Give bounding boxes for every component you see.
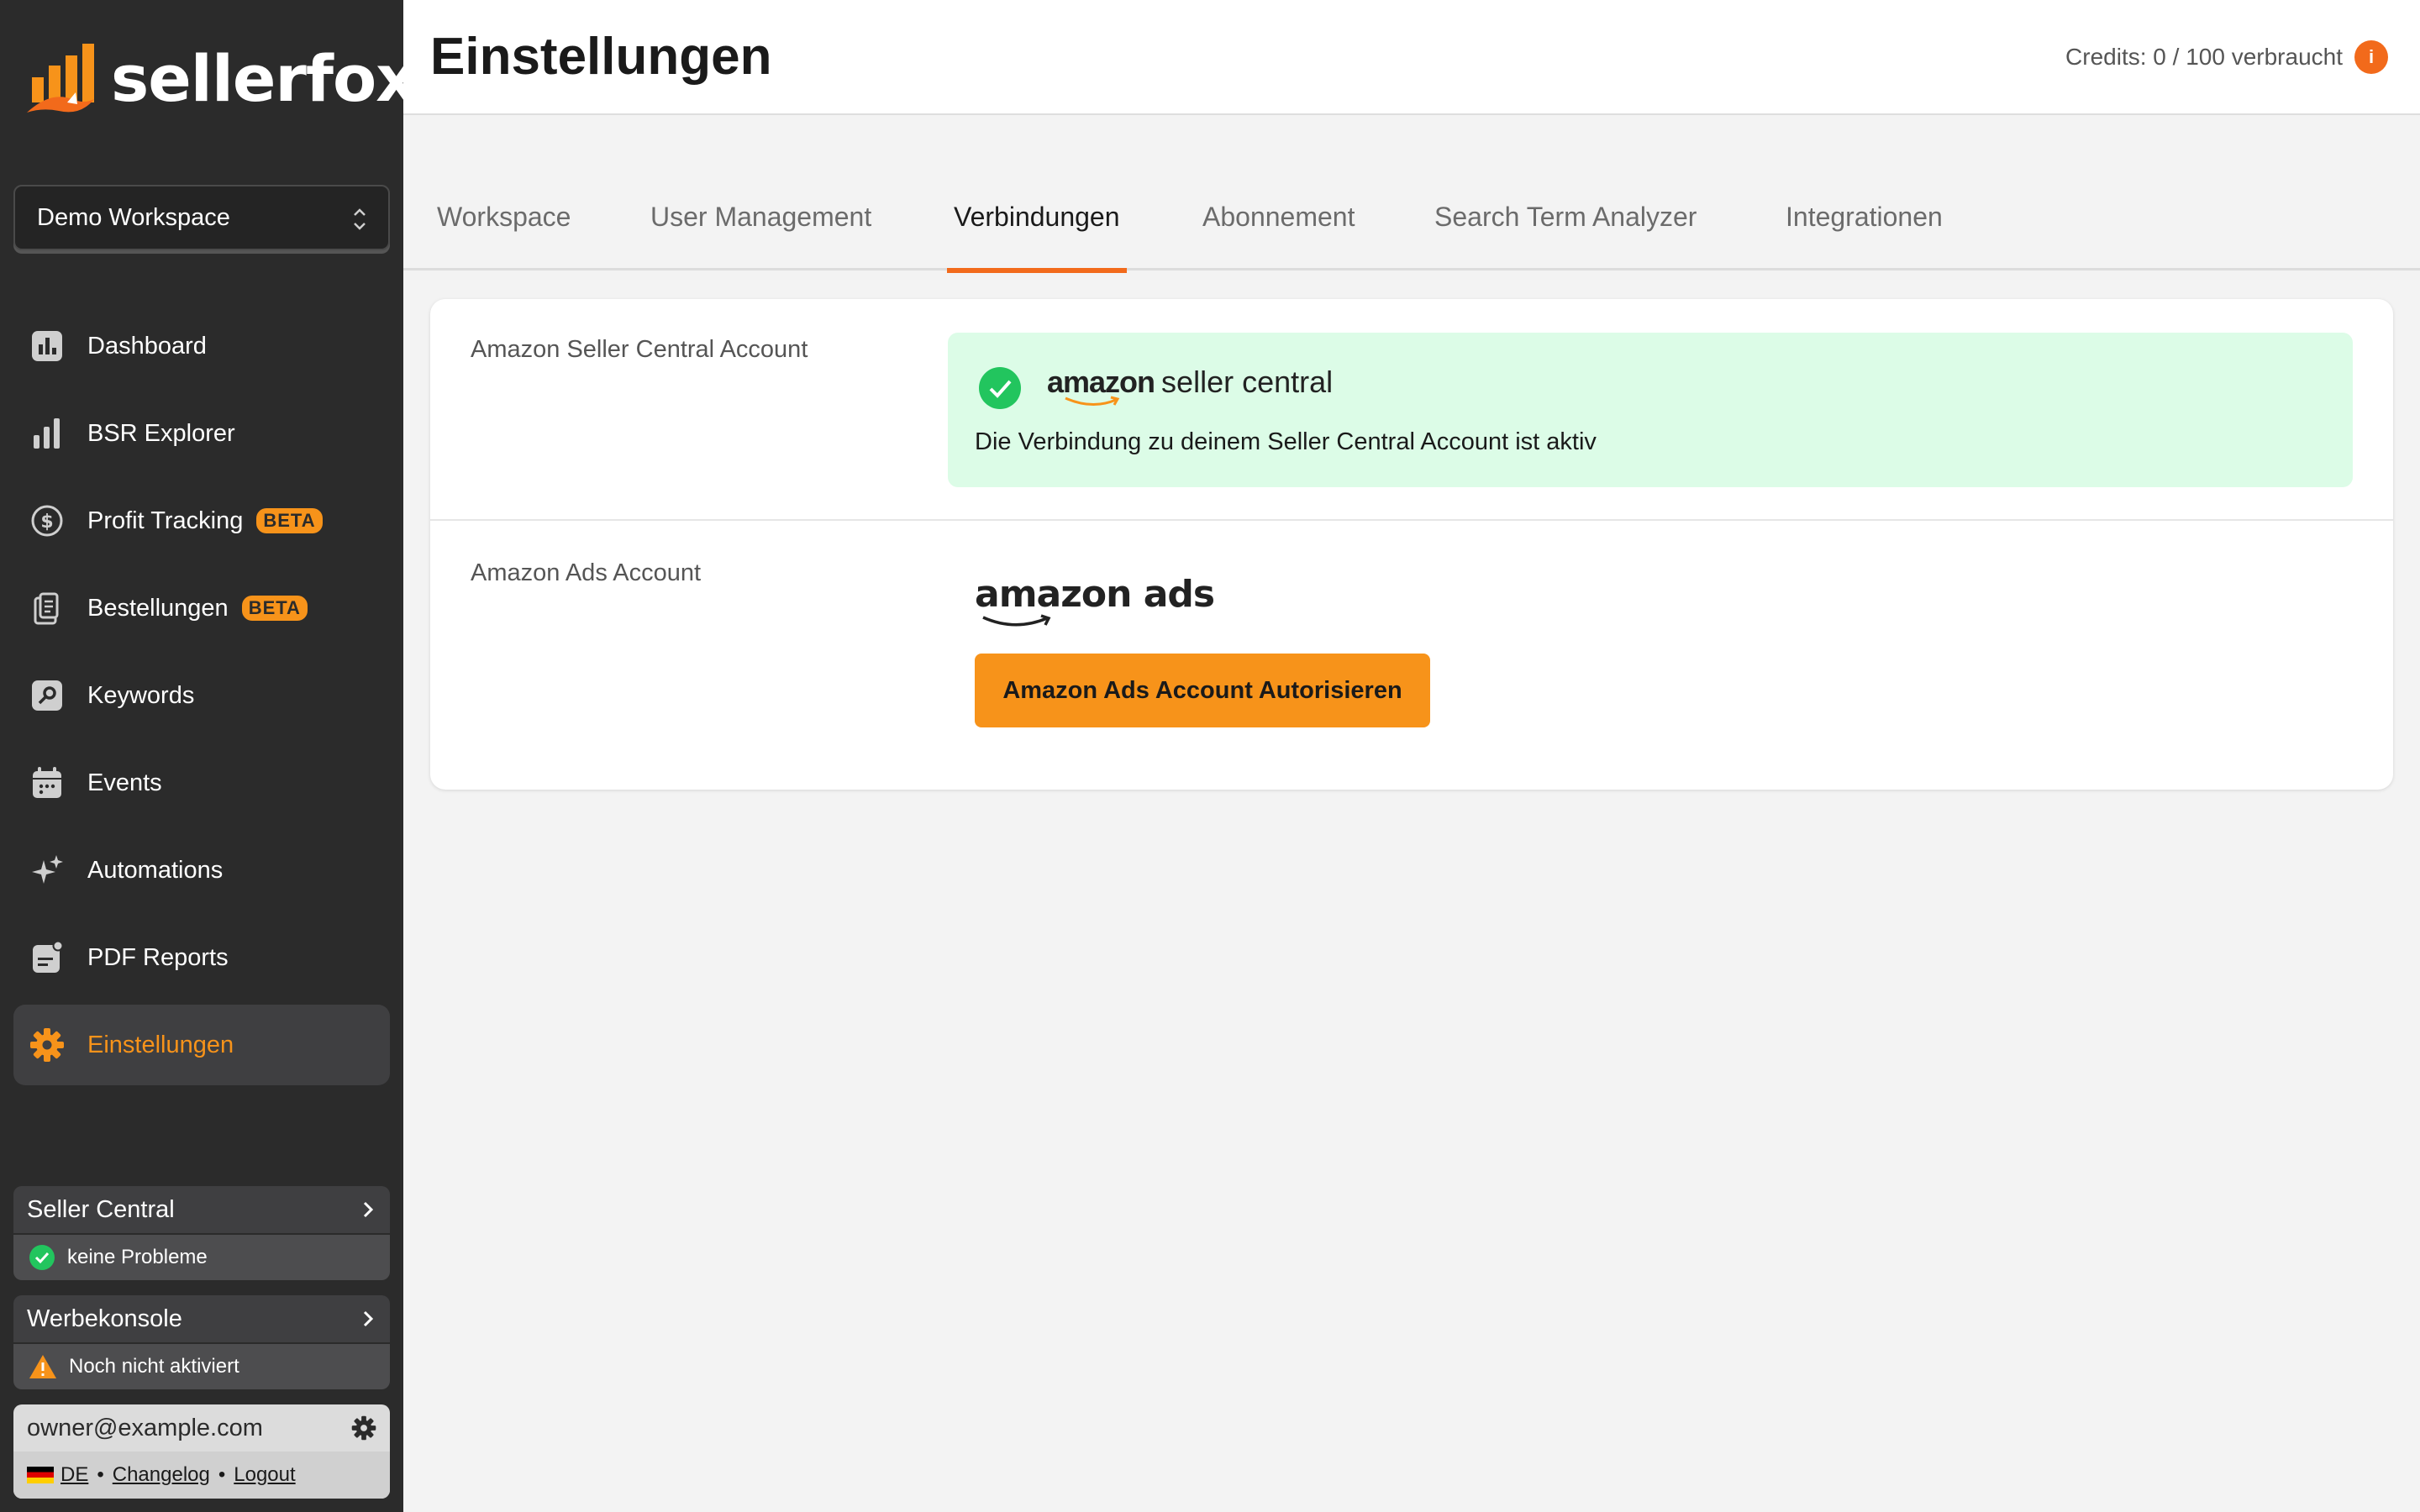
seller-central-label: Amazon Seller Central Account: [471, 336, 808, 363]
ads-console-status-header[interactable]: Werbekonsole: [13, 1295, 390, 1342]
workspace-selector[interactable]: Demo Workspace: [13, 185, 390, 250]
changelog-link[interactable]: Changelog: [113, 1463, 210, 1487]
page-title: Einstellungen: [430, 28, 772, 86]
authorize-amazon-ads-button[interactable]: Amazon Ads Account Autorisieren: [975, 654, 1430, 727]
beta-badge: BETA: [256, 508, 323, 533]
settings-tabs: Workspace User Management Verbindungen A…: [403, 192, 2420, 273]
tab-integrationen[interactable]: Integrationen: [1786, 192, 1943, 270]
ads-console-status[interactable]: Werbekonsole Noch nicht aktiviert: [13, 1295, 390, 1389]
nav-item-events[interactable]: Events: [13, 743, 390, 823]
seller-central-status[interactable]: Seller Central keine Probleme: [13, 1186, 390, 1280]
tab-abonnement[interactable]: Abonnement: [1202, 192, 1355, 270]
dollar-icon: $: [29, 502, 66, 539]
nav-label: PDF Reports: [87, 943, 229, 971]
nav-label: Events: [87, 769, 162, 796]
beta-badge: BETA: [241, 596, 308, 621]
nav-label: Automations: [87, 856, 224, 884]
nav-label: Keywords: [87, 681, 195, 709]
dashboard-icon: [29, 328, 66, 365]
key-icon: [29, 677, 66, 714]
credits-text: Credits: 0 / 100 verbraucht: [2065, 44, 2343, 70]
sparkles-icon: [29, 852, 66, 889]
amazon-seller-central-logo: amazon seller central: [1047, 365, 1334, 406]
status-text: Noch nicht aktiviert: [69, 1355, 239, 1378]
logout-link[interactable]: Logout: [234, 1463, 295, 1487]
info-icon[interactable]: i: [2354, 40, 2388, 74]
connections-card: Amazon Seller Central Account amazon sel…: [430, 299, 2393, 790]
nav-label: BSR Explorer: [87, 419, 235, 447]
tab-workspace[interactable]: Workspace: [437, 192, 571, 270]
user-settings-gear-icon[interactable]: [351, 1415, 376, 1441]
gear-icon: [29, 1026, 66, 1063]
nav-label: Bestellungen: [87, 594, 229, 622]
user-email: owner@example.com: [27, 1414, 263, 1441]
amazon-ads-logo: amazon ads: [975, 573, 1215, 627]
clipboard-icon: [29, 590, 66, 627]
nav-item-pdf-reports[interactable]: PDF Reports: [13, 917, 390, 998]
calendar-icon: [29, 764, 66, 801]
amazon-smile-icon: [1065, 396, 1120, 406]
nav-label: Profit Tracking: [87, 507, 244, 534]
separator-dot: •: [97, 1463, 104, 1486]
tab-search-term-analyzer[interactable]: Search Term Analyzer: [1434, 192, 1697, 270]
sellerfox-logo-icon: [27, 44, 94, 113]
workspace-label: Demo Workspace: [37, 203, 230, 231]
nav-label: Einstellungen: [87, 1031, 234, 1058]
amazon-ads-wordmark: amazon ads: [975, 573, 1215, 616]
nav-item-dashboard[interactable]: Dashboard: [13, 306, 390, 386]
sidebar: sellerfox Demo Workspace Dashboard BSR E…: [0, 0, 417, 1512]
ads-connection-row: Amazon Ads Account amazon ads Amazon Ads…: [430, 522, 2393, 790]
check-circle-icon: [979, 367, 1021, 409]
credits-indicator: Credits: 0 / 100 verbraucht i: [2065, 40, 2388, 74]
chevron-right-icon: [363, 1310, 374, 1327]
amazon-smile-icon: [982, 614, 1051, 627]
seller-central-wordmark: seller central: [1161, 365, 1334, 399]
report-icon: [29, 939, 66, 976]
sellerfox-logo[interactable]: sellerfox: [25, 40, 417, 116]
ads-console-status-body: Noch nicht aktiviert: [13, 1342, 390, 1389]
tab-user-management[interactable]: User Management: [650, 192, 871, 270]
status-title: Seller Central: [27, 1195, 175, 1223]
check-circle-icon: [29, 1245, 55, 1270]
language-link[interactable]: DE: [60, 1463, 88, 1487]
seller-central-status-message: Die Verbindung zu deinem Seller Central …: [975, 428, 1597, 455]
seller-central-success-box: amazon seller central Die Verbindung zu …: [948, 333, 2353, 487]
nav-item-profit-tracking[interactable]: $ Profit Tracking BETA: [13, 480, 390, 561]
brand-name: sellerfox: [111, 40, 417, 116]
nav-item-bsr-explorer[interactable]: BSR Explorer: [13, 393, 390, 474]
seller-central-status-header[interactable]: Seller Central: [13, 1186, 390, 1233]
german-flag-icon: [27, 1467, 54, 1483]
svg-text:$: $: [40, 512, 53, 533]
ads-account-label: Amazon Ads Account: [471, 559, 702, 586]
bar-chart-icon: [29, 415, 66, 452]
user-panel: owner@example.com DE • Changelog • Logou…: [13, 1404, 390, 1499]
status-title: Werbekonsole: [27, 1305, 182, 1332]
nav-item-keywords[interactable]: Keywords: [13, 655, 390, 736]
seller-central-connection-row: Amazon Seller Central Account amazon sel…: [430, 299, 2393, 521]
warning-icon: [29, 1355, 56, 1378]
tab-verbindungen[interactable]: Verbindungen: [947, 192, 1127, 273]
updown-chevron-icon: [354, 208, 366, 230]
main-nav: Dashboard BSR Explorer $ Profit Tracking…: [13, 306, 390, 1092]
seller-central-status-body: keine Probleme: [13, 1233, 390, 1280]
nav-item-einstellungen[interactable]: Einstellungen: [13, 1005, 390, 1085]
nav-label: Dashboard: [87, 332, 207, 360]
separator-dot: •: [218, 1463, 226, 1486]
chevron-right-icon: [363, 1201, 374, 1218]
nav-item-automations[interactable]: Automations: [13, 830, 390, 911]
page-header: Einstellungen Credits: 0 / 100 verbrauch…: [403, 0, 2420, 115]
nav-item-bestellungen[interactable]: Bestellungen BETA: [13, 568, 390, 648]
status-text: keine Probleme: [67, 1246, 208, 1268]
